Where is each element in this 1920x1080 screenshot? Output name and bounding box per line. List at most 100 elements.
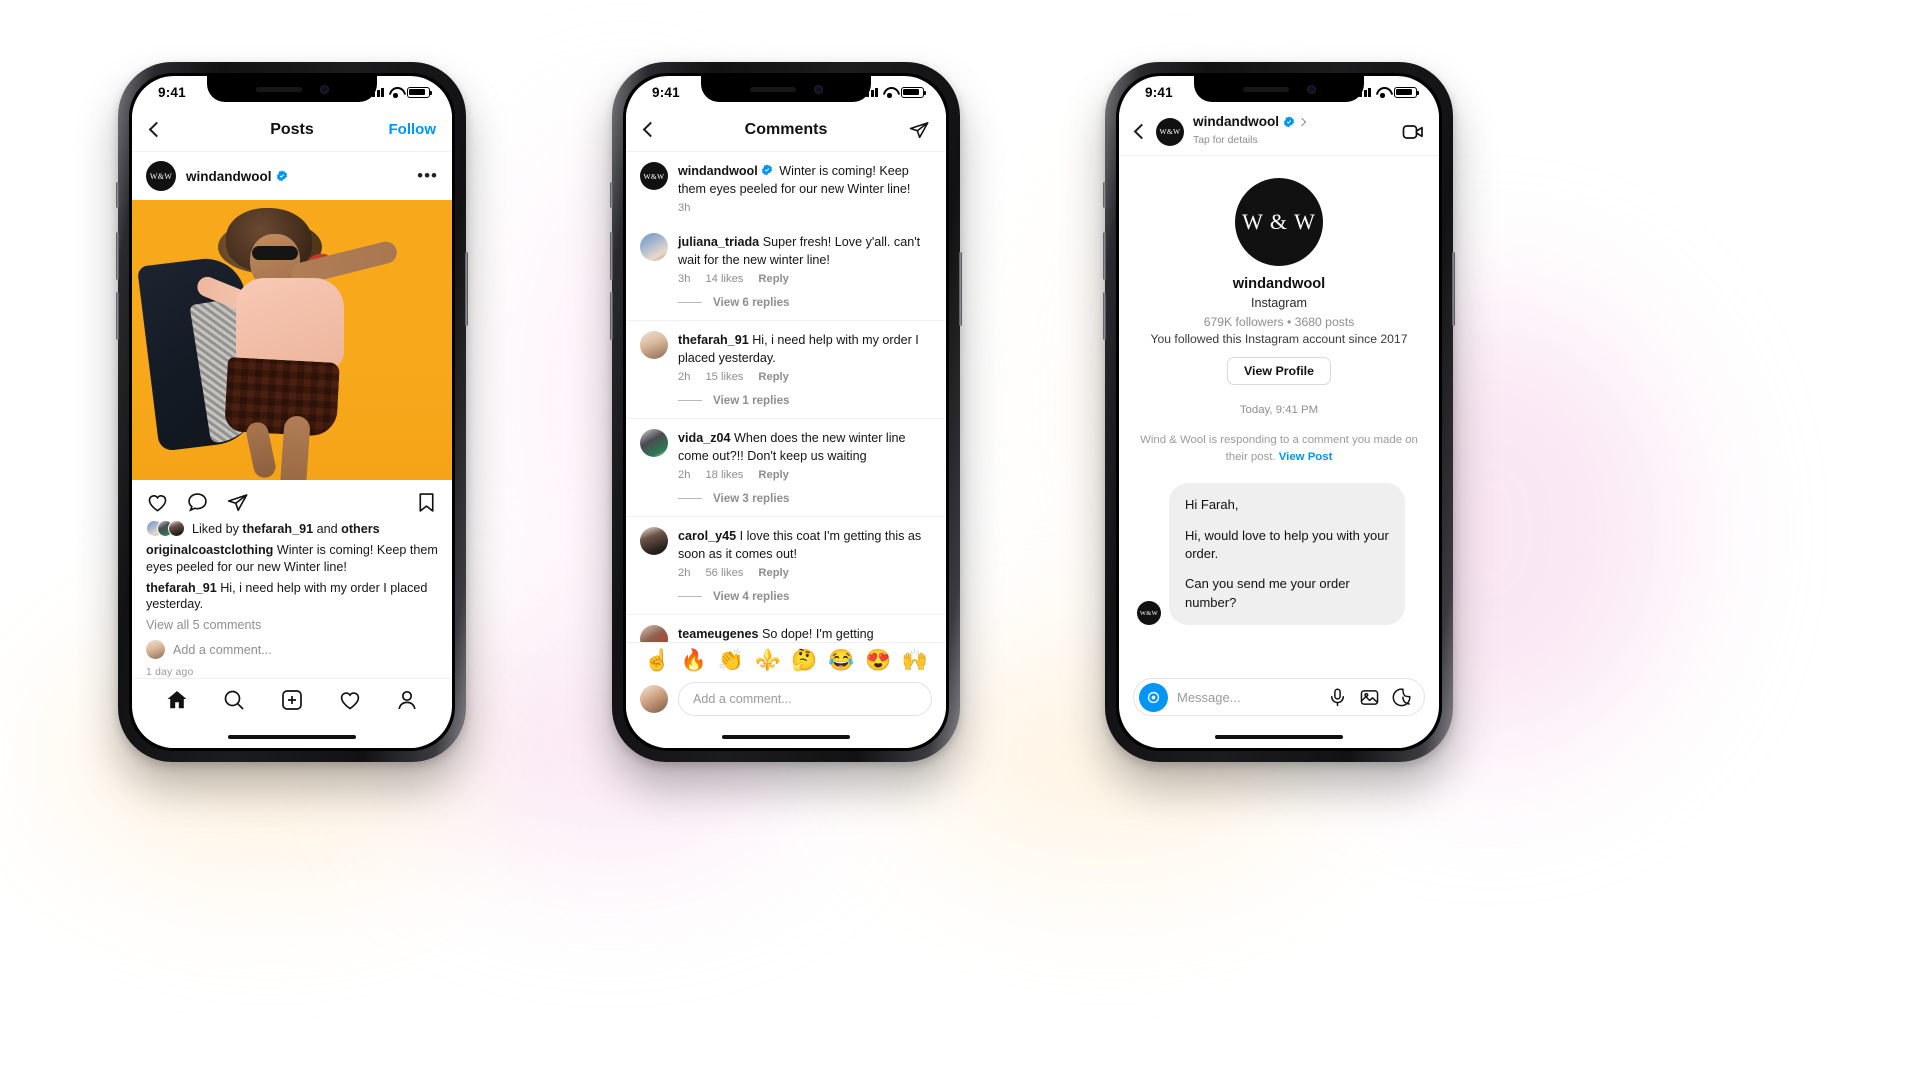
camera-icon[interactable] [1139, 682, 1168, 712]
add-comment-row[interactable]: Add a comment... [146, 640, 438, 659]
post-image[interactable] [132, 200, 452, 481]
likes-others[interactable]: others [341, 522, 380, 536]
avatar[interactable]: W&W [640, 162, 668, 190]
view-replies-link[interactable]: View 3 replies [713, 492, 789, 505]
volume-up-button[interactable] [610, 232, 613, 280]
emoji-button[interactable]: 🙌 [902, 650, 928, 671]
home-indicator[interactable] [626, 726, 946, 748]
mute-switch[interactable] [116, 182, 119, 208]
list-item[interactable]: carol_y45 I love this coat I'm getting t… [626, 517, 946, 588]
comment-body: vida_z04 When does the new winter line c… [678, 429, 932, 481]
microphone-icon[interactable] [1327, 687, 1348, 708]
emoji-button[interactable]: 👏 [718, 650, 744, 671]
heart-icon[interactable] [146, 491, 169, 514]
list-item[interactable]: juliana_triada Super fresh! Love y'all. … [626, 223, 946, 294]
reply-button[interactable]: Reply [758, 371, 788, 383]
volume-down-button[interactable] [610, 292, 613, 340]
comment-username[interactable]: thefarah_91 [146, 581, 217, 595]
chevron-right-icon[interactable] [1297, 118, 1307, 127]
search-icon[interactable] [222, 688, 246, 712]
notch [207, 76, 377, 102]
home-indicator[interactable] [132, 726, 452, 748]
power-button[interactable] [1452, 252, 1455, 326]
list-item[interactable]: vida_z04 When does the new winter line c… [626, 419, 946, 490]
comment-username[interactable]: thefarah_91 [678, 333, 749, 347]
view-replies-link[interactable]: View 4 replies [713, 590, 789, 603]
emoji-button[interactable]: 😍 [865, 650, 891, 671]
avatar [168, 520, 185, 538]
list-item[interactable]: thefarah_91 Hi, i need help with my orde… [626, 321, 946, 392]
reply-button[interactable]: Reply [758, 567, 788, 579]
comment-input[interactable]: Add a comment... [678, 682, 932, 716]
comment-text: windandwool Winter is coming! Keep them … [678, 164, 910, 196]
video-call-icon[interactable] [1401, 120, 1425, 144]
bookmark-icon[interactable] [415, 491, 438, 514]
emoji-button[interactable]: 😂 [828, 650, 854, 671]
back-icon[interactable] [148, 121, 165, 138]
dm-thread[interactable]: W & W windandwool Instagram 679K followe… [1119, 156, 1439, 670]
view-profile-button[interactable]: View Profile [1226, 357, 1331, 385]
comment-username[interactable]: vida_z04 [678, 431, 731, 445]
more-options-icon[interactable]: ••• [417, 167, 438, 184]
view-replies-row[interactable]: View 1 replies [626, 392, 946, 419]
power-button[interactable] [959, 252, 962, 326]
avatar[interactable]: W & W [1235, 178, 1323, 266]
comment-username[interactable]: windandwool [678, 164, 758, 178]
volume-up-button[interactable] [116, 232, 119, 280]
view-replies-link[interactable]: View 1 replies [713, 394, 789, 407]
back-icon[interactable] [1133, 123, 1150, 140]
view-replies-row[interactable]: View 4 replies [626, 588, 946, 615]
avatar[interactable] [640, 429, 668, 457]
avatar[interactable] [640, 331, 668, 359]
volume-up-button[interactable] [1103, 232, 1106, 280]
message-bubble[interactable]: Hi Farah, Hi, would love to help you wit… [1169, 483, 1405, 626]
view-post-link[interactable]: View Post [1279, 451, 1333, 463]
reply-button[interactable]: Reply [758, 469, 788, 481]
comment-username[interactable]: teameugenes [678, 627, 759, 641]
avatar[interactable]: W&W [1137, 601, 1161, 626]
view-replies-link[interactable]: View 6 replies [713, 296, 789, 309]
home-icon[interactable] [165, 688, 189, 712]
reply-button[interactable]: Reply [758, 273, 788, 285]
comment-text: teameugenes So dope! I'm getting [678, 627, 874, 641]
likes-row[interactable]: Liked by thefarah_91 and others [146, 520, 438, 538]
comment-username[interactable]: carol_y45 [678, 529, 736, 543]
profile-icon[interactable] [395, 688, 419, 712]
view-replies-row[interactable]: View 6 replies [626, 294, 946, 321]
power-button[interactable] [465, 252, 468, 326]
message-input[interactable]: Message... [1133, 678, 1425, 716]
list-item[interactable]: teameugenes So dope! I'm getting [626, 615, 946, 642]
list-item[interactable]: W&W windandwool Winter is coming! Keep t… [626, 152, 946, 223]
likes-username[interactable]: thefarah_91 [242, 522, 313, 536]
volume-down-button[interactable] [1103, 292, 1106, 340]
comments-list[interactable]: W&W windandwool Winter is coming! Keep t… [626, 152, 946, 642]
share-icon[interactable] [908, 119, 930, 141]
comment-icon[interactable] [186, 491, 209, 514]
share-icon[interactable] [226, 491, 249, 514]
post-username[interactable]: windandwool [186, 169, 288, 184]
emoji-button[interactable]: 🔥 [681, 650, 707, 671]
emoji-button[interactable]: 🤔 [791, 650, 817, 671]
dm-contact[interactable]: windandwool Tap for details [1193, 114, 1307, 148]
caption-username[interactable]: originalcoastclothing [146, 543, 273, 557]
volume-down-button[interactable] [116, 292, 119, 340]
mute-switch[interactable] [1103, 182, 1106, 208]
sticker-icon[interactable] [1391, 687, 1412, 708]
emoji-button[interactable]: ⚜️ [754, 650, 780, 671]
follow-button[interactable]: Follow [389, 121, 437, 138]
avatar[interactable] [640, 233, 668, 261]
comment-username[interactable]: juliana_triada [678, 235, 759, 249]
photo-icon[interactable] [1359, 687, 1380, 708]
view-replies-row[interactable]: View 3 replies [626, 490, 946, 517]
avatar[interactable] [640, 625, 668, 642]
emoji-button[interactable]: ☝️ [644, 650, 670, 671]
back-icon[interactable] [642, 121, 659, 138]
mute-switch[interactable] [610, 182, 613, 208]
home-indicator[interactable] [1119, 726, 1439, 748]
avatar[interactable]: W&W [1156, 117, 1184, 146]
add-post-icon[interactable] [280, 688, 304, 712]
avatar[interactable] [640, 527, 668, 555]
avatar[interactable]: W&W [146, 161, 176, 191]
view-all-comments-link[interactable]: View all 5 comments [146, 618, 438, 632]
activity-icon[interactable] [338, 688, 362, 712]
